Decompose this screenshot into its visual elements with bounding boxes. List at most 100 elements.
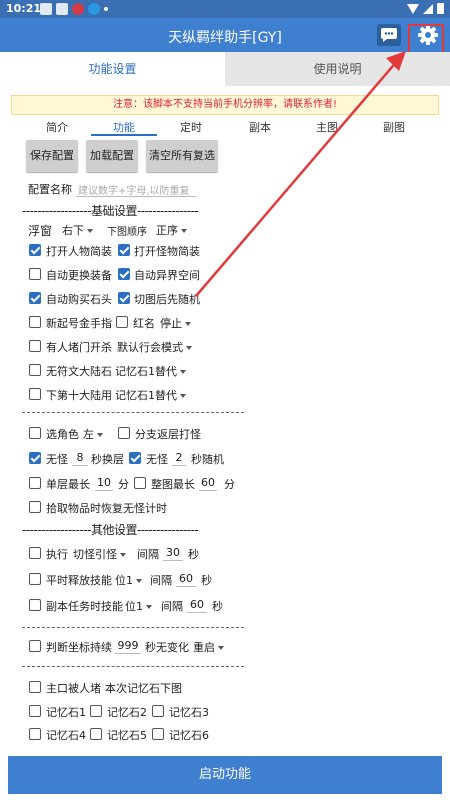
section-basic-title: ------------------基础设置---------------- [22, 204, 199, 218]
red-name-select[interactable]: 停止 [160, 315, 191, 331]
dungeon-interval-label: 间隔 [161, 600, 183, 613]
stone4-checkbox[interactable] [29, 728, 41, 740]
coord-unit: 秒无变化 [145, 641, 189, 654]
whole-max-checkbox[interactable] [134, 477, 146, 489]
execute-value: 切怪引怪 [73, 548, 117, 561]
stone2-checkbox[interactable] [90, 705, 102, 717]
auto-buy-stone-label: 自动购买石头 [46, 293, 112, 306]
tenth-continent-select[interactable]: 记忆石1替代 [115, 387, 186, 403]
blocked-checkbox[interactable] [29, 681, 41, 693]
notification-icon [40, 3, 52, 15]
subtab-function[interactable]: 功能 [113, 119, 135, 135]
blocked-label: 主口被人堵 [46, 682, 101, 695]
tab-help[interactable]: 使用说明 [225, 52, 450, 86]
order-select[interactable]: 正序 [156, 222, 187, 238]
new-gold-finger-checkbox[interactable] [29, 316, 41, 328]
red-name-label: 红名 [133, 317, 155, 330]
execute-label: 执行 [46, 548, 68, 561]
single-max-label: 单层最长 [46, 478, 90, 491]
execute-select[interactable]: 切怪引怪 [73, 546, 126, 562]
branch-back-checkbox[interactable] [118, 427, 130, 439]
subtab-main-map[interactable]: 主图 [316, 119, 338, 135]
main-tabs: 功能设置 使用说明 [0, 52, 450, 86]
coord-label: 判断坐标持续 [46, 641, 112, 654]
dungeon-interval-input[interactable]: 60 [187, 598, 207, 611]
dungeon-skill-select[interactable]: 位1 [125, 598, 152, 614]
pickup-label: 拾取物品时恢复无怪计时 [46, 502, 167, 515]
float-position-select[interactable]: 右下 [62, 222, 93, 238]
normal-interval-input[interactable]: 60 [176, 572, 196, 585]
chevron-down-icon [186, 346, 192, 350]
pickup-checkbox[interactable] [29, 501, 41, 513]
stone1-checkbox[interactable] [29, 705, 41, 717]
red-name-checkbox[interactable] [116, 316, 128, 328]
signal-icon [423, 3, 433, 14]
input-underline [199, 490, 217, 491]
no-text-continent-value: 记忆石1替代 [115, 365, 177, 378]
no-monster-random-input[interactable]: 2 [172, 451, 186, 464]
clear-checks-button[interactable]: 清空所有复选 [146, 140, 218, 172]
block-door-checkbox[interactable] [29, 340, 41, 352]
auto-buy-stone-checkbox[interactable] [29, 292, 41, 304]
subtab-sub-map[interactable]: 副图 [383, 119, 405, 135]
battery-icon [437, 3, 444, 14]
order-value: 正序 [156, 224, 178, 237]
normal-skill-select[interactable]: 位1 [115, 572, 142, 588]
select-role-select[interactable]: 左 [83, 426, 103, 442]
auto-otherworld-checkbox[interactable] [118, 268, 130, 280]
stone5-label: 记忆石5 [107, 729, 147, 742]
coord-action-select[interactable]: 重启 [193, 639, 224, 655]
divider [22, 627, 244, 628]
block-door-select[interactable]: 默认行会模式 [117, 339, 192, 355]
select-role-checkbox[interactable] [29, 427, 41, 439]
tenth-continent-checkbox[interactable] [29, 388, 41, 400]
start-button[interactable]: 启动功能 [8, 756, 442, 794]
stone5-checkbox[interactable] [90, 728, 102, 740]
tab-settings[interactable]: 功能设置 [0, 52, 225, 86]
open-person-checkbox[interactable] [29, 244, 41, 256]
chat-bubble-icon [381, 28, 397, 42]
stone4-label: 记忆石4 [46, 729, 86, 742]
subtab-dungeon[interactable]: 副本 [249, 119, 271, 135]
chat-button[interactable] [377, 24, 401, 46]
app-bar: 天纵羁绊助手[GY] [0, 18, 450, 52]
stone1-label: 记忆石1 [46, 706, 86, 719]
select-role-value: 左 [83, 428, 94, 441]
tenth-continent-value: 记忆石1替代 [115, 389, 177, 402]
whole-max-input[interactable]: 60 [199, 476, 217, 489]
subtab-intro[interactable]: 简介 [46, 119, 68, 135]
branch-back-label: 分支返层打怪 [135, 428, 201, 441]
chevron-down-icon [218, 646, 224, 650]
wifi-icon [407, 3, 419, 14]
config-name-input[interactable]: 建议数字+字母,以防重复 [78, 182, 190, 197]
coord-input[interactable]: 999 [115, 639, 141, 652]
no-monster-random-unit: 秒随机 [191, 453, 224, 466]
coord-checkbox[interactable] [29, 640, 41, 652]
auto-equip-checkbox[interactable] [29, 268, 41, 280]
subtab-timer[interactable]: 定时 [180, 119, 202, 135]
stone6-checkbox[interactable] [152, 728, 164, 740]
load-config-button[interactable]: 加载配置 [86, 140, 138, 172]
no-monster-random-checkbox[interactable] [129, 452, 141, 464]
execute-checkbox[interactable] [29, 547, 41, 559]
dungeon-skill-checkbox[interactable] [29, 599, 41, 611]
section-other-title: ------------------其他设置---------------- [22, 523, 199, 537]
no-monster-switch-checkbox[interactable] [29, 452, 41, 464]
open-monster-checkbox[interactable] [118, 244, 130, 256]
stone3-checkbox[interactable] [152, 705, 164, 717]
no-text-continent-checkbox[interactable] [29, 364, 41, 376]
input-underline [115, 653, 141, 654]
single-max-checkbox[interactable] [29, 477, 41, 489]
tenth-continent-label: 下第十大陆用 [46, 389, 112, 402]
dungeon-skill-value: 位1 [125, 600, 143, 613]
no-monster-switch-input[interactable]: 8 [72, 451, 88, 464]
normal-skill-checkbox[interactable] [29, 573, 41, 585]
stone3-label: 记忆石3 [169, 706, 209, 719]
input-underline [72, 465, 88, 466]
switch-random-checkbox[interactable] [118, 292, 130, 304]
single-max-input[interactable]: 10 [95, 476, 113, 489]
save-config-button[interactable]: 保存配置 [26, 140, 78, 172]
warning-notice: 注意：该脚本不支持当前手机分辨率，请联系作者! [11, 95, 439, 115]
execute-interval-input[interactable]: 30 [163, 546, 183, 559]
no-text-continent-select[interactable]: 记忆石1替代 [115, 363, 186, 379]
